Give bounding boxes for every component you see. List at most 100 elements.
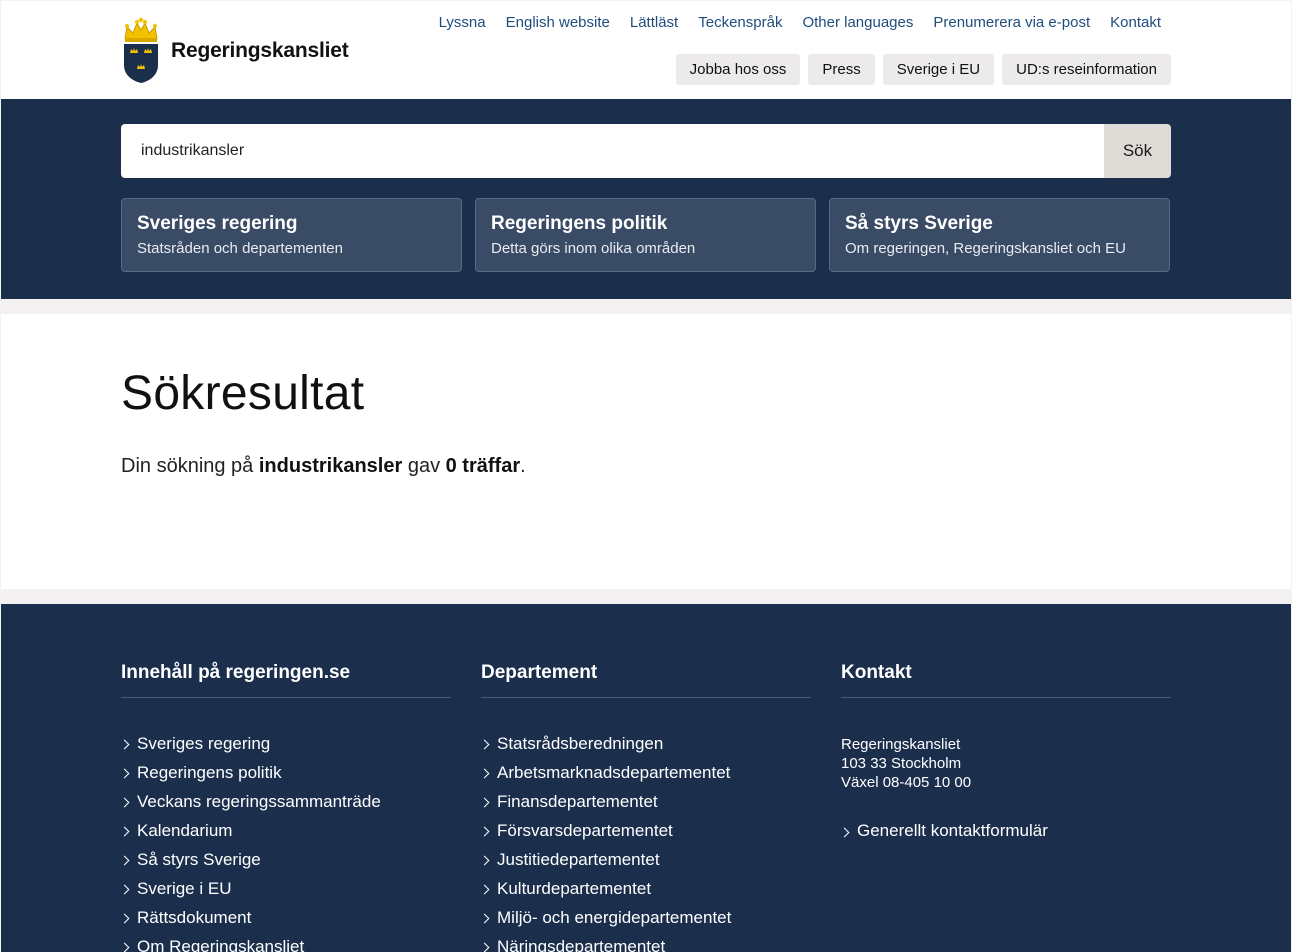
footer-link-label: Kulturdepartementet [497, 879, 652, 898]
footer-col-kontakt: Kontakt Regeringskansliet 103 33 Stockho… [839, 662, 1171, 841]
coat-of-arms-icon [124, 17, 158, 83]
card-title: Sveriges regering [137, 213, 298, 234]
footer-link[interactable]: Miljö- och energidepartementet [479, 907, 811, 936]
footer-link[interactable]: Kulturdepartementet [479, 878, 811, 907]
result-summary: Din sökning på industrikansler gav 0 trä… [121, 455, 526, 478]
search-input[interactable] [121, 124, 1104, 178]
footer-link[interactable]: Regeringens politik [119, 762, 451, 791]
site-header: Regeringskansliet Lyssna English website… [1, 1, 1291, 99]
footer-link[interactable]: Sverige i EU [119, 878, 451, 907]
footer-heading: Departement [481, 662, 811, 698]
link-lattlast[interactable]: Lättläst [630, 14, 678, 31]
footer-link-label: Om Regeringskansliet [137, 937, 305, 952]
chevron-right-icon [839, 827, 850, 838]
chevron-right-icon [479, 797, 490, 808]
press-button[interactable]: Press [808, 54, 875, 85]
summary-term: industrikansler [258, 455, 403, 477]
footer-link-label: Justitiedepartementet [497, 850, 660, 869]
site-logo[interactable]: Regeringskansliet [121, 17, 349, 85]
footer-link-label: Näringsdepartementet [497, 937, 666, 952]
summary-hits: 0 träffar [445, 455, 521, 477]
site-footer: Innehåll på regeringen.se Sveriges reger… [1, 604, 1291, 952]
search-results: Sökresultat Din sökning på industrikansl… [1, 314, 1291, 589]
footer-link[interactable]: Om Regeringskansliet [119, 936, 451, 952]
footer-link[interactable]: Sveriges regering [119, 733, 451, 762]
top-buttons: Jobba hos oss Press Sverige i EU UD:s re… [675, 54, 1171, 85]
card-regeringens-politik[interactable]: Regeringens politik Detta görs inom olik… [475, 198, 816, 272]
footer-link-label: Regeringens politik [137, 763, 282, 782]
chevron-right-icon [119, 797, 130, 808]
footer-link-label: Försvarsdepartementet [497, 821, 673, 840]
chevron-right-icon [479, 884, 490, 895]
footer-link-label: Så styrs Sverige [137, 850, 261, 869]
footer-link-label: Veckans regeringssammanträde [137, 792, 381, 811]
footer-link-label: Statsrådsberedningen [497, 734, 664, 753]
sverige-i-eu-button[interactable]: Sverige i EU [882, 54, 995, 85]
card-title: Så styrs Sverige [845, 213, 993, 234]
chevron-right-icon [479, 768, 490, 779]
page-title: Sökresultat [121, 367, 365, 420]
footer-link[interactable]: Finansdepartementet [479, 791, 811, 820]
footer-link-label: Finansdepartementet [497, 792, 658, 811]
footer-link[interactable]: Statsrådsberedningen [479, 733, 811, 762]
top-links: Lyssna English website Lättläst Teckensp… [439, 14, 1161, 31]
card-sa-styrs-sverige[interactable]: Så styrs Sverige Om regeringen, Regering… [829, 198, 1170, 272]
search-button[interactable]: Sök [1104, 124, 1171, 178]
search-band: Sök Sveriges regering Statsråden och dep… [1, 99, 1291, 299]
summary-suffix: . [520, 455, 526, 477]
card-title: Regeringens politik [491, 213, 668, 234]
footer-link[interactable]: Justitiedepartementet [479, 849, 811, 878]
link-kontakt[interactable]: Kontakt [1110, 14, 1161, 31]
footer-link[interactable]: Kalendarium [119, 820, 451, 849]
card-subtitle: Statsråden och departementen [137, 240, 343, 257]
link-teckensprak[interactable]: Teckenspråk [698, 14, 782, 31]
footer-link[interactable]: Arbetsmarknadsdepartementet [479, 762, 811, 791]
footer-link[interactable]: Veckans regeringssammanträde [119, 791, 451, 820]
footer-col-departement: Departement Statsrådsberedningen Arbetsm… [479, 662, 811, 952]
chevron-right-icon [479, 855, 490, 866]
chevron-right-icon [119, 913, 130, 924]
footer-link-label: Kalendarium [137, 821, 233, 840]
footer-link[interactable]: Så styrs Sverige [119, 849, 451, 878]
footer-heading: Kontakt [841, 662, 1171, 698]
footer-link-label: Sverige i EU [137, 879, 232, 898]
logo-text: Regeringskansliet [171, 39, 349, 62]
search-bar: Sök [121, 124, 1171, 178]
chevron-right-icon [119, 942, 130, 952]
jobba-hos-oss-button[interactable]: Jobba hos oss [675, 54, 801, 85]
footer-link[interactable]: Näringsdepartementet [479, 936, 811, 952]
chevron-right-icon [119, 739, 130, 750]
contact-form-label: Generellt kontaktformulär [857, 821, 1048, 840]
footer-link-label: Arbetsmarknadsdepartementet [497, 763, 731, 782]
chevron-right-icon [479, 739, 490, 750]
address-line: 103 33 Stockholm [841, 755, 962, 772]
address-line: Regeringskansliet [841, 736, 961, 753]
chevron-right-icon [479, 913, 490, 924]
link-prenumerera[interactable]: Prenumerera via e-post [933, 14, 1090, 31]
contact-address: Regeringskansliet 103 33 Stockholm Växel… [841, 735, 1171, 792]
link-other-languages[interactable]: Other languages [802, 14, 913, 31]
nav-cards: Sveriges regering Statsråden och departe… [121, 198, 1171, 272]
footer-link[interactable]: Rättsdokument [119, 907, 451, 936]
summary-prefix: Din sökning på [121, 455, 259, 477]
card-subtitle: Detta görs inom olika områden [491, 240, 696, 257]
chevron-right-icon [119, 768, 130, 779]
footer-col-content: Innehåll på regeringen.se Sveriges reger… [119, 662, 451, 952]
chevron-right-icon [119, 855, 130, 866]
chevron-right-icon [119, 826, 130, 837]
footer-link-label: Rättsdokument [137, 908, 252, 927]
contact-form-link[interactable]: Generellt kontaktformulär [839, 821, 1171, 841]
footer-link-label: Sveriges regering [137, 734, 271, 753]
chevron-right-icon [479, 826, 490, 837]
footer-link-label: Miljö- och energidepartementet [497, 908, 732, 927]
footer-link[interactable]: Försvarsdepartementet [479, 820, 811, 849]
card-sveriges-regering[interactable]: Sveriges regering Statsråden och departe… [121, 198, 462, 272]
footer-heading: Innehåll på regeringen.se [121, 662, 451, 698]
chevron-right-icon [119, 884, 130, 895]
address-line: Växel 08-405 10 00 [841, 774, 972, 791]
link-english-website[interactable]: English website [506, 14, 610, 31]
link-lyssna[interactable]: Lyssna [439, 14, 486, 31]
ud-reseinformation-button[interactable]: UD:s reseinformation [1002, 54, 1171, 85]
card-subtitle: Om regeringen, Regeringskansliet och EU [845, 240, 1126, 257]
summary-middle: gav [402, 455, 446, 477]
